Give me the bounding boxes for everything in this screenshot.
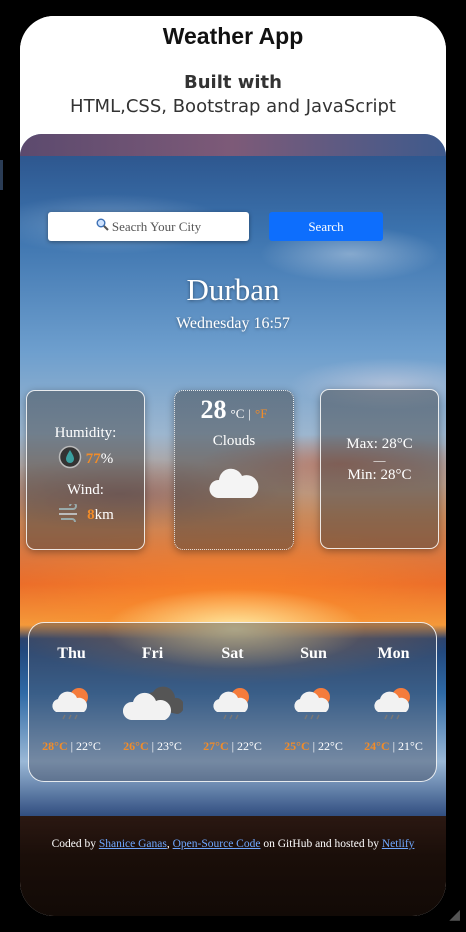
footer-coded-by: Coded by	[51, 838, 99, 850]
forecast-max: 25°C	[284, 739, 310, 753]
forecast-day-sat: Sat 27°C | 22°C	[192, 623, 273, 754]
sun-cloud-rain-icon	[273, 679, 354, 729]
forecast-max: 26°C	[123, 739, 149, 753]
unit-separator: |	[248, 406, 252, 421]
forecast-min: 22°C	[76, 739, 101, 753]
page-footer: Coded by Shanice Ganas, Open-Source Code…	[20, 816, 446, 916]
tech-stack-text: HTML,CSS, Bootstrap and JavaScript	[70, 96, 396, 117]
max-min-card: Max: 28°C — Min: 28°C	[320, 389, 439, 549]
forecast-min: 22°C	[237, 739, 262, 753]
wind-unit: km	[94, 507, 114, 523]
forecast-sep: |	[231, 739, 235, 753]
search-icon	[96, 218, 109, 235]
forecast-sep: |	[151, 739, 155, 753]
forecast-day-name: Fri	[141, 645, 164, 662]
temperature-value: 28	[200, 395, 227, 424]
forecast-max: 27°C	[203, 739, 229, 753]
min-temp: Min: 28°C	[347, 467, 412, 483]
cloud-icon	[112, 679, 193, 729]
wind-icon	[57, 502, 83, 527]
forecast-min: 21°C	[398, 739, 423, 753]
city-name: Durban	[186, 272, 280, 307]
humidity-icon	[58, 445, 82, 474]
search-placeholder: Seacrh Your City	[111, 218, 202, 234]
forecast-sep: |	[312, 739, 316, 753]
forecast-min: 22°C	[318, 739, 343, 753]
search-input[interactable]: Seacrh Your City	[48, 212, 249, 241]
current-datetime: Wednesday 16:57	[176, 315, 290, 332]
unit-celsius[interactable]: °C	[231, 406, 245, 421]
forecast-day-name: Mon	[377, 645, 410, 662]
max-min-divider: —	[373, 453, 386, 467]
temperature-display: 28 °C | °F	[175, 395, 293, 425]
wind-row: 8km	[27, 502, 144, 527]
netlify-link[interactable]: Netlify	[382, 838, 415, 850]
max-temp: Max: 28°C	[346, 436, 413, 452]
forecast-max: 24°C	[364, 739, 390, 753]
forecast-day-name: Sat	[221, 645, 244, 662]
author-link[interactable]: Shanice Ganas	[99, 838, 167, 850]
search-button[interactable]: Search	[269, 212, 383, 241]
phone-frame: Weather App Built with HTML,CSS, Bootstr…	[20, 16, 446, 916]
forecast-min: 23°C	[157, 739, 182, 753]
app-title: Weather App	[162, 23, 304, 49]
humidity-row: 77%	[27, 445, 144, 474]
forecast-day-fri: Fri 26°C | 23°C	[112, 623, 193, 754]
forecast-sep: |	[70, 739, 74, 753]
weather-scene: Seacrh Your City Search Durban Wednesday…	[20, 134, 446, 816]
page-header: Weather App Built with HTML,CSS, Bootstr…	[20, 16, 446, 134]
edge-marker	[0, 160, 3, 190]
forecast-day-thu: Thu 28°C | 22°C	[31, 623, 112, 754]
resize-handle-icon: ◢	[449, 908, 460, 923]
condition-label: Clouds	[212, 433, 256, 449]
humidity-wind-card: Humidity: 77% Wind: 8km	[26, 390, 145, 550]
sun-cloud-rain-icon	[353, 679, 434, 729]
humidity-value: 77	[85, 451, 101, 467]
forecast-day-sun: Sun 25°C | 22°C	[273, 623, 354, 754]
unit-fahrenheit[interactable]: °F	[255, 406, 267, 421]
humidity-label: Humidity:	[54, 425, 117, 441]
forecast-day-name: Thu	[57, 645, 86, 662]
humidity-unit: %	[100, 451, 114, 467]
forecast-max: 28°C	[42, 739, 68, 753]
source-code-link[interactable]: Open-Source Code	[173, 838, 261, 850]
footer-github-text: on GitHub and hosted by	[260, 838, 382, 850]
forecast-day-name: Sun	[300, 645, 327, 662]
cloud-icon	[175, 466, 293, 505]
wind-label: Wind:	[67, 482, 104, 498]
forecast-day-mon: Mon 24°C | 21°C	[353, 623, 434, 754]
built-with-heading: Built with	[184, 72, 282, 93]
sun-cloud-rain-icon	[31, 679, 112, 729]
footer-credits: Coded by Shanice Ganas, Open-Source Code…	[20, 838, 446, 850]
forecast-panel: Thu 28°C | 22°C Fri 26°C | 23°C Sat 27°C…	[28, 622, 437, 782]
wind-value: 8	[87, 507, 95, 523]
sun-cloud-rain-icon	[192, 679, 273, 729]
forecast-sep: |	[392, 739, 396, 753]
temperature-card: 28 °C | °F Clouds	[174, 390, 294, 550]
